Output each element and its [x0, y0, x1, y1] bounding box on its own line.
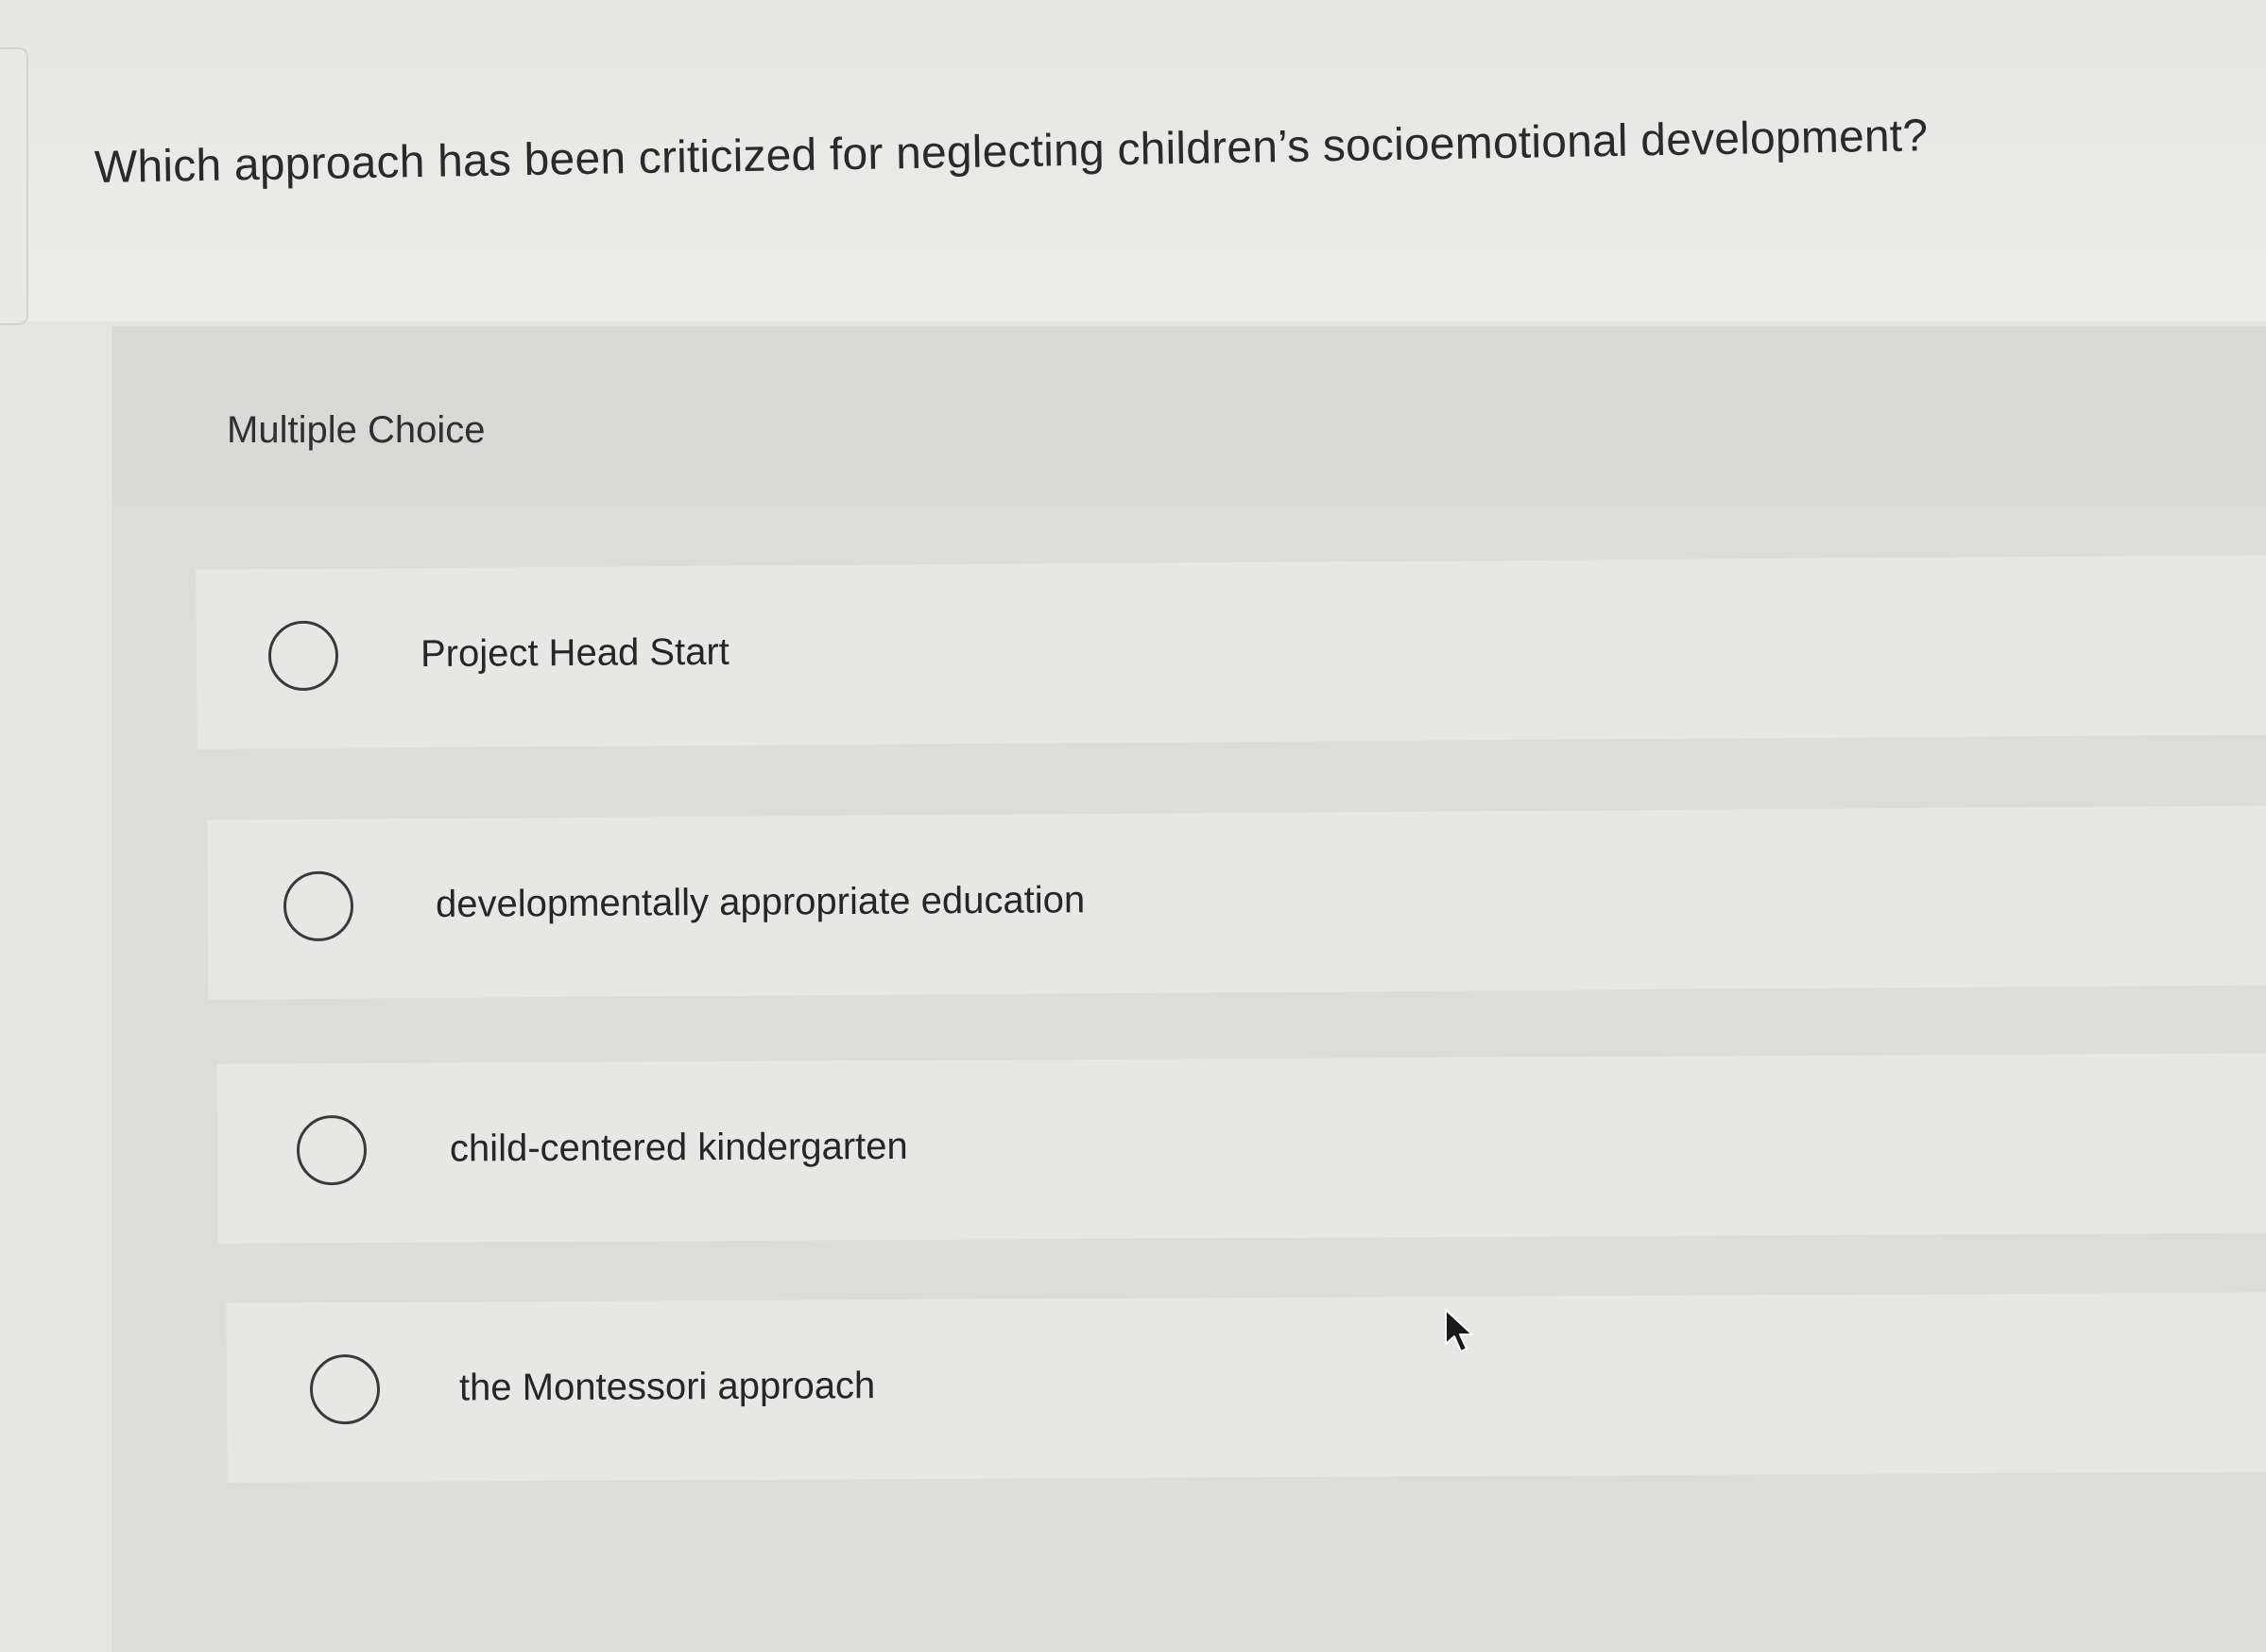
answer-panel: Multiple Choice Project Head Start devel…	[112, 326, 2266, 1652]
radio-unchecked-icon[interactable]	[309, 1353, 381, 1425]
choice-label: the Montessori approach	[458, 1365, 876, 1409]
question-header: Which approach has been criticized for n…	[0, 0, 2266, 325]
radio-unchecked-icon[interactable]	[267, 620, 339, 692]
choice-option-2[interactable]: developmentally appropriate education	[207, 805, 2266, 1000]
choice-label: developmentally appropriate education	[435, 879, 1086, 925]
choice-label: Project Head Start	[420, 630, 730, 676]
choice-option-3[interactable]: child-centered kindergarten	[216, 1053, 2266, 1244]
question-type-label: Multiple Choice	[227, 409, 486, 451]
mouse-pointer-icon	[1445, 1309, 1473, 1352]
choice-option-1[interactable]: Project Head Start	[196, 555, 2266, 749]
radio-unchecked-icon[interactable]	[296, 1114, 368, 1186]
choice-label: child-centered kindergarten	[449, 1125, 908, 1170]
radio-unchecked-icon[interactable]	[283, 870, 354, 942]
choice-option-4[interactable]: the Montessori approach	[226, 1292, 2266, 1483]
left-frame-edge	[0, 47, 28, 325]
answer-panel-header: Multiple Choice	[112, 326, 2266, 506]
question-text: Which approach has been criticized for n…	[94, 111, 1929, 193]
